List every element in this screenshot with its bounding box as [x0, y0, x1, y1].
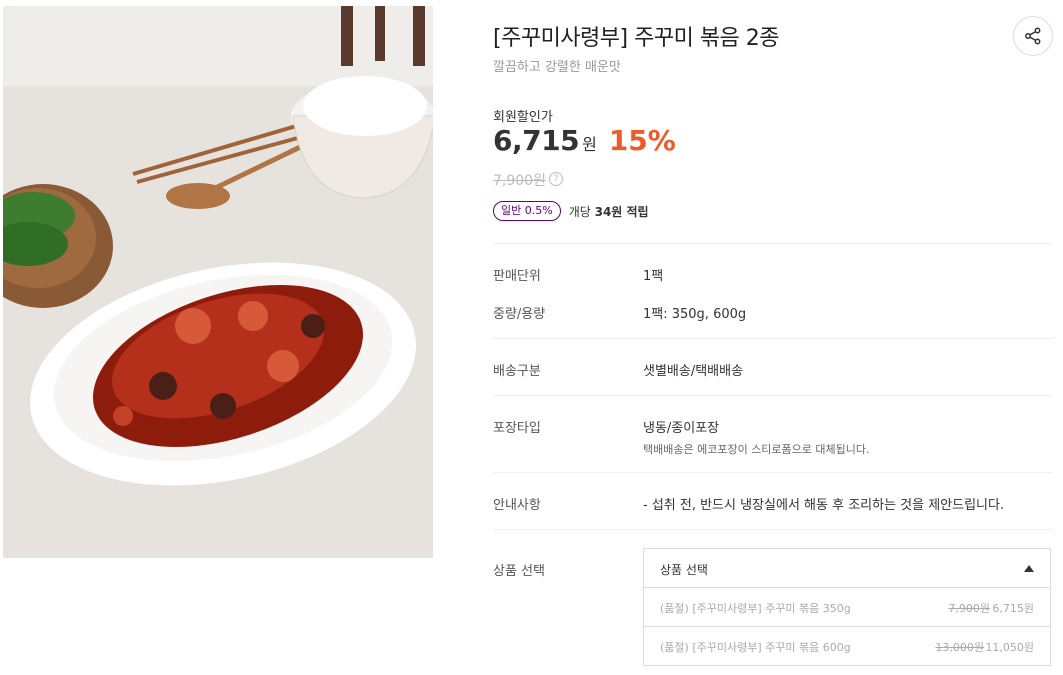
spec-row: 중량/용량 1팩: 350g, 600g: [493, 300, 1053, 338]
membership-badge: 일반 0.5%: [493, 201, 561, 221]
spec-value: 1팩: 350g, 600g: [643, 307, 747, 322]
member-price-label: 회원할인가: [493, 110, 553, 125]
option-price: 6,715원: [992, 602, 1034, 615]
sale-price: 6,715: [493, 124, 580, 157]
product-subtitle: 깔끔하고 강렬한 매운맛: [493, 60, 621, 75]
original-price: 7,900원: [493, 173, 546, 189]
spec-value: - 섭취 전, 반드시 냉장실에서 해동 후 조리하는 것을 제안드립니다.: [643, 498, 1005, 513]
spec-value: 1팩: [643, 269, 664, 284]
product-image: [3, 6, 433, 558]
question-circle-icon[interactable]: ?: [549, 172, 563, 186]
caret-up-icon: [1024, 565, 1034, 572]
share-icon: [1025, 27, 1041, 45]
option-original-price: 7,900원: [948, 602, 990, 615]
spec-label: 안내사항: [493, 498, 541, 513]
spec-row: 안내사항 - 섭취 전, 반드시 냉장실에서 해동 후 조리하는 것을 제안드립…: [493, 472, 1053, 530]
product-select-dropdown[interactable]: 상품 선택: [643, 548, 1051, 588]
spec-label: 포장타입: [493, 421, 541, 436]
discount-rate: 15%: [608, 124, 676, 157]
spec-label: 배송구분: [493, 364, 541, 379]
spec-row: 판매단위 1팩: [493, 243, 1053, 301]
select-options: (품절) [주꾸미사령부] 주꾸미 볶음 350g 7,900원 6,715원 …: [643, 588, 1051, 666]
points-prefix: 개당: [568, 204, 595, 219]
select-placeholder: 상품 선택: [660, 563, 708, 577]
option-original-price: 13,000원: [935, 641, 984, 654]
spec-note: 택배배송은 에코포장이 스티로폼으로 대체됩니다.: [643, 443, 870, 456]
product-title: [주꾸미사령부] 주꾸미 볶음 2종: [493, 26, 780, 51]
price-row: 6,715 원 15%: [493, 124, 676, 157]
spec-label: 판매단위: [493, 269, 541, 284]
points-row: 일반 0.5% 개당 34원 적립: [493, 201, 649, 221]
share-button[interactable]: [1013, 16, 1053, 56]
points-value: 34원 적립: [594, 204, 649, 219]
spec-row: 배송구분 샛별배송/택배배송: [493, 338, 1053, 396]
price-unit: 원: [582, 135, 597, 154]
option-name: (품절) [주꾸미사령부] 주꾸미 볶음 350g: [660, 602, 851, 615]
points-text: 개당 34원 적립: [569, 203, 649, 220]
spec-value: 냉동/종이포장: [643, 421, 720, 436]
spec-value: 샛별배송/택배배송: [643, 364, 744, 379]
spec-label: 중량/용량: [493, 307, 546, 322]
option-name: (품절) [주꾸미사령부] 주꾸미 볶음 600g: [660, 641, 851, 654]
select-option[interactable]: (품절) [주꾸미사령부] 주꾸미 볶음 350g 7,900원 6,715원: [643, 588, 1051, 627]
select-option[interactable]: (품절) [주꾸미사령부] 주꾸미 볶음 600g 13,000원 11,050…: [643, 627, 1051, 666]
product-select-label: 상품 선택: [493, 564, 545, 579]
spec-row: 포장타입 냉동/종이포장 택배배송은 에코포장이 스티로폼으로 대체됩니다.: [493, 395, 1053, 473]
option-price: 11,050원: [985, 641, 1034, 654]
